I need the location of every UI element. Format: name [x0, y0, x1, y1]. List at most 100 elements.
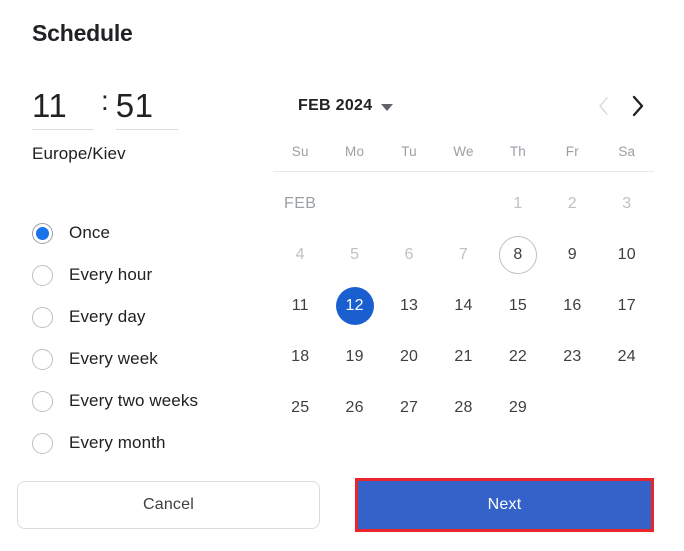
weekday-header-th: Th — [509, 144, 526, 159]
page-title: Schedule — [32, 20, 133, 46]
calendar-day-16[interactable]: 16 — [553, 287, 591, 325]
calendar: FEB 2024 Su Mo Tu We Th Fr Sa FEB 1 2 3 4 5 6 7 8 9 10 11… — [273, 88, 654, 433]
calendar-day-6: 6 — [404, 245, 414, 263]
radio-icon[interactable] — [32, 222, 53, 244]
time-row: 11 : 51 — [32, 82, 268, 130]
weekday-header-tu: Tu — [401, 144, 417, 159]
calendar-cell: 15 — [491, 280, 545, 331]
calendar-day-4: 4 — [295, 245, 305, 263]
weekday-header-we: We — [453, 144, 474, 159]
calendar-cell: 9 — [545, 229, 599, 280]
calendar-day-5: 5 — [350, 245, 360, 263]
recurrence-option-label: Every hour — [69, 265, 153, 284]
weekday-header-mo: Mo — [345, 144, 365, 159]
calendar-cell: 12 — [327, 280, 381, 331]
recurrence-option-label: Every week — [69, 349, 158, 368]
calendar-cell: 11 — [273, 280, 327, 331]
calendar-cell — [327, 178, 381, 229]
chevron-down-icon — [381, 103, 394, 111]
calendar-cell: 21 — [436, 331, 490, 382]
next-month-button[interactable] — [620, 89, 654, 123]
recurrence-option-label: Every day — [69, 307, 146, 326]
calendar-cell: 5 — [327, 229, 381, 280]
recurrence-option-label: Every two weeks — [69, 391, 199, 410]
calendar-day-19[interactable]: 19 — [336, 338, 374, 376]
calendar-day-17[interactable]: 17 — [608, 287, 646, 325]
radio-icon[interactable] — [32, 390, 53, 412]
recurrence-radio-group: Once Every hour Every day Every week Every t… — [32, 212, 282, 464]
calendar-day-27[interactable]: 27 — [390, 389, 428, 427]
calendar-cell: 24 — [600, 331, 654, 382]
calendar-day-20[interactable]: 20 — [390, 338, 428, 376]
recurrence-option-label: Every month — [69, 433, 166, 452]
month-year-label: FEB 2024 — [298, 97, 373, 114]
recurrence-option-every-two-weeks[interactable]: Every two weeks — [32, 380, 282, 422]
radio-icon[interactable] — [32, 432, 53, 454]
weekday-header-su: Su — [291, 144, 309, 159]
calendar-cell: 17 — [600, 280, 654, 331]
calendar-cell: 1 — [491, 178, 545, 229]
calendar-day-26[interactable]: 26 — [336, 389, 374, 427]
calendar-day-3: 3 — [622, 194, 632, 212]
recurrence-option-every-month[interactable]: Every month — [32, 422, 282, 464]
calendar-cell: 20 — [382, 331, 436, 382]
calendar-cell: 22 — [491, 331, 545, 382]
calendar-day-14[interactable]: 14 — [444, 287, 482, 325]
calendar-day-8[interactable]: 8 — [498, 235, 537, 274]
calendar-cell: 4 — [273, 229, 327, 280]
calendar-cell: 8 — [491, 229, 545, 280]
calendar-day-22[interactable]: 22 — [499, 338, 537, 376]
next-button[interactable]: Next — [358, 481, 651, 529]
calendar-day-7: 7 — [458, 245, 469, 263]
radio-icon[interactable] — [32, 348, 53, 370]
cancel-button[interactable]: Cancel — [17, 481, 320, 529]
calendar-cell: 3 — [600, 178, 654, 229]
calendar-cell — [600, 382, 654, 433]
minute-field[interactable]: 51 — [115, 88, 178, 130]
calendar-cell: 29 — [491, 382, 545, 433]
calendar-day-empty — [390, 185, 428, 223]
calendar-cell — [545, 382, 599, 433]
calendar-day-9[interactable]: 9 — [553, 236, 591, 274]
chevron-right-icon — [632, 95, 643, 117]
calendar-day-15[interactable]: 15 — [499, 287, 537, 325]
weekday-header-fr: Fr — [565, 144, 579, 159]
hour-field[interactable]: 11 — [32, 88, 94, 130]
radio-icon[interactable] — [32, 306, 53, 328]
calendar-nav — [586, 88, 654, 124]
calendar-cell — [382, 178, 436, 229]
recurrence-option-every-hour[interactable]: Every hour — [32, 254, 282, 296]
schedule-dialog: Schedule 11 : 51 Europe/Kiev Once Every h… — [0, 0, 684, 551]
calendar-cell: FEB — [273, 178, 327, 229]
calendar-day-18[interactable]: 18 — [281, 338, 319, 376]
time-separator: : — [101, 85, 109, 116]
calendar-day-28[interactable]: 28 — [444, 389, 482, 427]
calendar-day-13[interactable]: 13 — [390, 287, 428, 325]
timezone-label[interactable]: Europe/Kiev — [32, 144, 268, 164]
calendar-day-25[interactable]: 25 — [281, 389, 319, 427]
calendar-cell: 25 — [273, 382, 327, 433]
calendar-day-empty — [444, 185, 482, 223]
calendar-cell: 6 — [382, 229, 436, 280]
calendar-cell: 18 — [273, 331, 327, 382]
prev-month-button[interactable] — [586, 89, 620, 123]
recurrence-option-once[interactable]: Once — [32, 212, 282, 254]
recurrence-option-every-day[interactable]: Every day — [32, 296, 282, 338]
calendar-day-29[interactable]: 29 — [499, 389, 537, 427]
weekday-header-sa: Sa — [618, 144, 636, 159]
calendar-cell: 2 — [545, 178, 599, 229]
calendar-cell: 26 — [327, 382, 381, 433]
calendar-cell: 13 — [382, 280, 436, 331]
calendar-day-21[interactable]: 21 — [444, 338, 482, 376]
calendar-day-23[interactable]: 23 — [553, 338, 591, 376]
radio-icon[interactable] — [32, 264, 53, 286]
calendar-cell: 14 — [436, 280, 490, 331]
calendar-day-24[interactable]: 24 — [608, 338, 646, 376]
calendar-day-empty — [608, 389, 646, 427]
calendar-day-1: 1 — [513, 194, 523, 212]
recurrence-option-every-week[interactable]: Every week — [32, 338, 282, 380]
calendar-day-11[interactable]: 11 — [281, 287, 319, 325]
month-year-dropdown[interactable]: FEB 2024 — [273, 95, 397, 117]
calendar-day-12[interactable]: 12 — [335, 286, 374, 325]
calendar-day-10[interactable]: 10 — [608, 236, 646, 274]
